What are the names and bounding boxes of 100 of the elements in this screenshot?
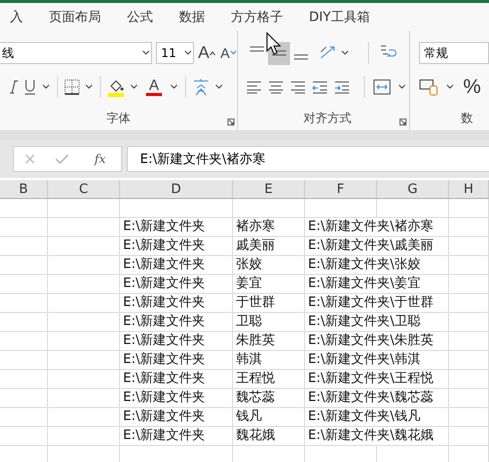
dialog-launcher-icon[interactable] bbox=[399, 118, 407, 126]
table-cell: 韩淇 bbox=[233, 351, 305, 370]
table-cell bbox=[48, 275, 120, 294]
table-cell bbox=[449, 370, 489, 389]
lines-icon bbox=[249, 46, 266, 52]
font-size-field[interactable]: 11 bbox=[156, 42, 194, 64]
table-cell bbox=[0, 199, 48, 218]
caret-icon[interactable] bbox=[84, 83, 94, 91]
ribbon-tab[interactable]: 入 bbox=[10, 8, 23, 26]
column-header[interactable]: C bbox=[48, 180, 120, 199]
table-cell: E:\新建文件夹 bbox=[120, 313, 233, 332]
merge-center-icon[interactable] bbox=[373, 79, 392, 95]
shrink-font-button[interactable]: A bbox=[220, 42, 237, 64]
lines-icon bbox=[293, 54, 310, 60]
table-cell bbox=[0, 256, 48, 275]
table-cell bbox=[48, 294, 120, 313]
table-cell bbox=[48, 332, 120, 351]
table-cell: 朱胜英 bbox=[233, 332, 305, 351]
caret-up-icon bbox=[209, 50, 216, 56]
caret-icon[interactable] bbox=[129, 83, 139, 91]
table-cell: E:\新建文件夹\褚亦寒 bbox=[305, 218, 449, 237]
ribbon-tab[interactable]: 数据 bbox=[179, 8, 205, 26]
table-cell: E:\新建文件夹 bbox=[120, 218, 233, 237]
table-cell bbox=[48, 237, 120, 256]
group-label: 数 bbox=[461, 110, 473, 126]
table-cell bbox=[449, 199, 489, 218]
ribbon-tab[interactable]: 公式 bbox=[127, 8, 153, 26]
caret-icon bbox=[183, 49, 193, 57]
check-icon[interactable] bbox=[55, 153, 70, 165]
table-cell bbox=[0, 389, 48, 408]
table-cell bbox=[48, 370, 120, 389]
caret-icon[interactable] bbox=[214, 83, 224, 91]
align-left-icon[interactable] bbox=[246, 80, 262, 94]
accounting-format-icon[interactable] bbox=[419, 78, 439, 96]
table-cell: 魏芯蕊 bbox=[233, 389, 305, 408]
table-cell bbox=[0, 275, 48, 294]
table-cell bbox=[377, 199, 449, 218]
increase-indent-icon[interactable] bbox=[334, 80, 350, 94]
table-cell: E:\新建文件夹 bbox=[120, 275, 233, 294]
dialog-launcher-icon[interactable] bbox=[227, 118, 236, 126]
insert-function-button[interactable]: fx bbox=[89, 148, 112, 170]
ribbon-tab[interactable]: 页面布局 bbox=[49, 8, 101, 26]
ribbon-tab[interactable]: DIY工具箱 bbox=[309, 8, 370, 26]
table-cell bbox=[48, 313, 120, 332]
caret-icon[interactable] bbox=[41, 83, 51, 91]
font-color-button[interactable]: A bbox=[143, 76, 165, 98]
table-cell: E:\新建文件夹\张姣 bbox=[305, 256, 449, 275]
column-header[interactable]: B bbox=[0, 180, 48, 199]
column-header[interactable]: G bbox=[377, 180, 449, 199]
grow-font-button[interactable]: A bbox=[198, 42, 216, 64]
caret-icon[interactable] bbox=[340, 49, 350, 57]
table-cell: 王程悦 bbox=[233, 370, 305, 389]
table-cell bbox=[48, 256, 120, 275]
italic-icon[interactable] bbox=[7, 79, 19, 95]
table-cell bbox=[48, 427, 120, 446]
number-format-field[interactable]: 常规 bbox=[419, 42, 489, 64]
lines-icon bbox=[271, 50, 288, 56]
caret-icon[interactable] bbox=[169, 83, 179, 91]
align-right-icon[interactable] bbox=[290, 80, 306, 94]
column-header[interactable]: E bbox=[233, 180, 305, 199]
table-cell bbox=[233, 199, 305, 218]
table-cell bbox=[0, 313, 48, 332]
table-cell: E:\新建文件夹 bbox=[120, 408, 233, 427]
align-center-icon[interactable] bbox=[268, 80, 284, 94]
table-cell bbox=[449, 275, 489, 294]
column-header[interactable]: D bbox=[120, 180, 233, 199]
font-name-field[interactable]: 线 bbox=[0, 42, 152, 64]
table-cell: E:\新建文件夹\于世群 bbox=[305, 294, 449, 313]
table-cell: 姜宜 bbox=[233, 275, 305, 294]
table-cell bbox=[449, 332, 489, 351]
table-cell: E:\新建文件夹\卫聪 bbox=[305, 313, 449, 332]
table-cell bbox=[48, 389, 120, 408]
table-cell bbox=[305, 199, 377, 218]
table-cell: E:\新建文件夹\戚美丽 bbox=[305, 237, 449, 256]
formula-input[interactable]: E:\新建文件夹\褚亦寒 bbox=[127, 146, 489, 172]
table-cell: 于世群 bbox=[233, 294, 305, 313]
caret-icon[interactable] bbox=[445, 83, 455, 91]
table-cell: E:\新建文件夹 bbox=[120, 332, 233, 351]
group-label: 对齐方式 bbox=[304, 110, 352, 126]
table-cell bbox=[449, 218, 489, 237]
table-cell bbox=[449, 427, 489, 446]
table-cell: E:\新建文件夹\朱胜英 bbox=[305, 332, 449, 351]
table-cell bbox=[0, 351, 48, 370]
table-cell: 卫聪 bbox=[233, 313, 305, 332]
caret-icon[interactable] bbox=[397, 83, 408, 91]
percent-button[interactable]: % bbox=[461, 76, 483, 98]
table-cell: 戚美丽 bbox=[233, 237, 305, 256]
table-cell bbox=[449, 408, 489, 427]
underline-icon[interactable] bbox=[23, 78, 37, 96]
table-cell: E:\新建文件夹 bbox=[120, 256, 233, 275]
table-cell bbox=[0, 332, 48, 351]
borders-icon[interactable] bbox=[64, 79, 80, 95]
ribbon-tab[interactable]: 方方格子 bbox=[231, 8, 283, 26]
table-cell bbox=[0, 427, 48, 446]
table-cell: E:\新建文件夹 bbox=[120, 294, 233, 313]
decrease-indent-icon[interactable] bbox=[312, 80, 328, 94]
column-header[interactable]: F bbox=[305, 180, 377, 199]
table-cell: E:\新建文件夹\姜宜 bbox=[305, 275, 449, 294]
column-header[interactable]: H bbox=[449, 180, 489, 199]
table-cell: 魏花娥 bbox=[233, 427, 305, 446]
